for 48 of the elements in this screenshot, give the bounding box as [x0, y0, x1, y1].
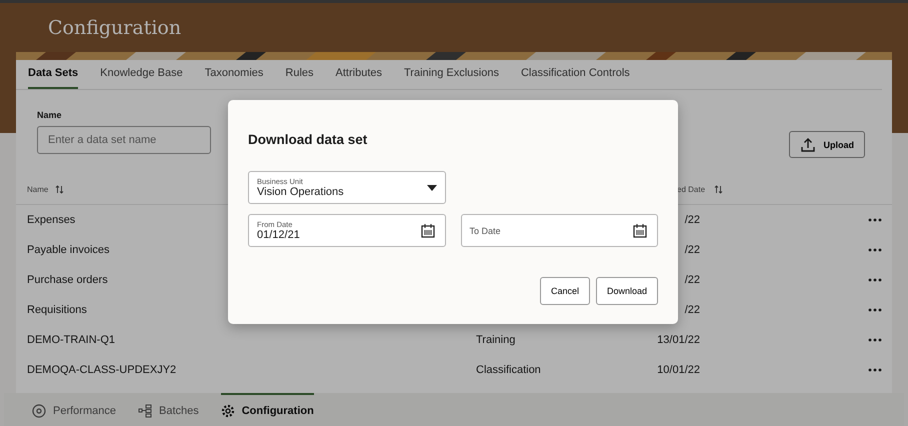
- tab[interactable]: Attributes: [324, 60, 393, 89]
- nav-tab[interactable]: Batches: [138, 393, 199, 426]
- table-cell: Training: [476, 334, 516, 346]
- sort-icon: [714, 184, 724, 194]
- ellipsis-icon: [868, 248, 882, 252]
- dialog-button[interactable]: Download: [596, 277, 658, 305]
- ellipsis-icon: [868, 338, 882, 342]
- field-label: Name: [37, 110, 63, 120]
- table-cell: /22: [684, 244, 700, 256]
- table-cell: /22: [684, 304, 700, 316]
- table-cell: DEMO-TRAIN-Q1: [27, 334, 115, 346]
- hierarchy-icon: [138, 404, 152, 418]
- tab[interactable]: Classification Controls: [510, 60, 641, 89]
- table-cell: /22: [684, 274, 700, 286]
- tab[interactable]: Training Exclusions: [393, 60, 510, 89]
- column-header: Name: [27, 184, 48, 194]
- calendar-icon: [420, 223, 434, 238]
- table-cell: DEMOQA-CLASS-UPDEXJY2: [27, 364, 176, 376]
- upload-button[interactable]: Upload: [788, 131, 865, 158]
- table-cell: Purchase orders: [27, 274, 108, 286]
- upload-icon: [800, 136, 816, 152]
- dialog-title: Download data set: [248, 132, 368, 147]
- nav-tab[interactable]: Configuration: [220, 393, 314, 426]
- table-cell: /22: [684, 214, 700, 226]
- ellipsis-icon: [868, 368, 882, 372]
- dialog-button[interactable]: Cancel: [540, 277, 590, 305]
- to-date-field[interactable]: To Date: [460, 214, 658, 247]
- calendar-icon: [633, 223, 647, 238]
- settings-icon: [220, 404, 235, 418]
- table-cell: Requisitions: [27, 304, 87, 316]
- table-cell: Payable invoices: [27, 244, 110, 256]
- ellipsis-icon: [868, 278, 882, 282]
- table-cell: Classification: [476, 364, 541, 376]
- table-cell: 13/01/22: [657, 334, 700, 346]
- tab[interactable]: Taxonomies: [194, 60, 274, 89]
- nav-tab[interactable]: Performance: [32, 393, 116, 426]
- ellipsis-icon: [868, 218, 882, 222]
- tab[interactable]: Data Sets: [28, 60, 78, 89]
- page-title: Configuration: [48, 17, 182, 39]
- gauge-icon: [32, 404, 46, 418]
- caret-down-icon: [427, 184, 437, 190]
- sort-icon: [55, 184, 64, 194]
- table-cell: 10/01/22: [657, 364, 700, 376]
- ellipsis-icon: [868, 308, 882, 312]
- tab[interactable]: Rules: [274, 60, 325, 89]
- table-cell: Expenses: [27, 214, 76, 226]
- tab[interactable]: Knowledge Base: [89, 60, 194, 89]
- name-field[interactable]: Enter a data set name: [37, 126, 211, 154]
